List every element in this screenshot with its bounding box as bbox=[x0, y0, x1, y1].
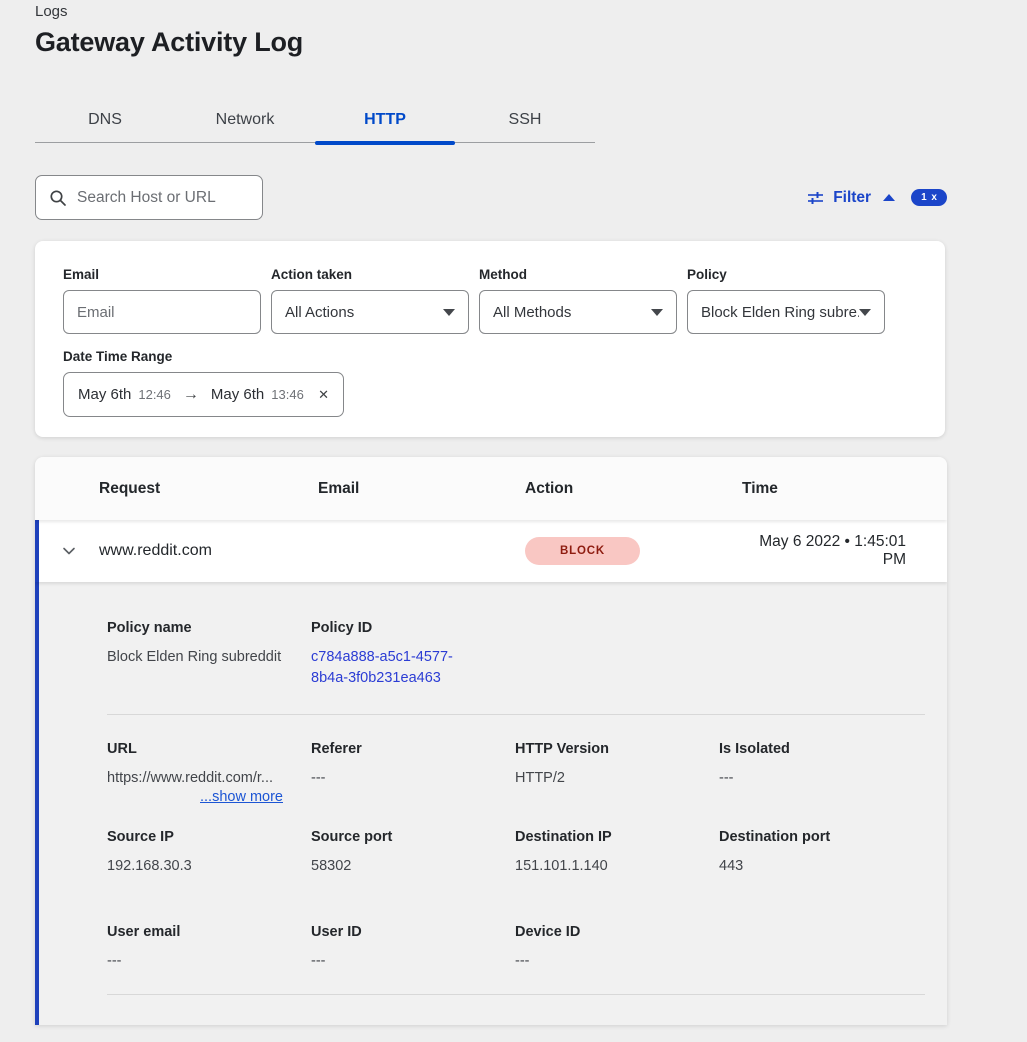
tab-http[interactable]: HTTP bbox=[315, 97, 455, 142]
chevron-down-icon[interactable] bbox=[60, 542, 78, 560]
detail-referer: Referer --- bbox=[311, 741, 515, 805]
method-label: Method bbox=[479, 267, 677, 282]
table-header-row: Request Email Action Time bbox=[35, 457, 947, 520]
expanded-log-details: Policy name Block Elden Ring subreddit P… bbox=[35, 582, 947, 1025]
tab-bar: DNS Network HTTP SSH bbox=[35, 97, 595, 143]
email-filter-label: Email bbox=[63, 267, 261, 282]
page-title: Gateway Activity Log bbox=[35, 27, 1027, 58]
gateway-activity-log-page: Logs Gateway Activity Log DNS Network HT… bbox=[0, 0, 1027, 1025]
end-date: May 6th bbox=[211, 386, 264, 403]
method-select[interactable]: All Methods bbox=[479, 290, 677, 334]
policy-label: Policy bbox=[687, 267, 885, 282]
divider bbox=[107, 994, 925, 995]
filter-sliders-icon bbox=[807, 190, 824, 206]
filter-label: Filter bbox=[833, 189, 871, 207]
date-time-range-label: Date Time Range bbox=[63, 349, 945, 364]
chevron-down-icon bbox=[859, 309, 871, 316]
detail-url: URL https://www.reddit.com/r... ...show … bbox=[107, 741, 311, 805]
toolbar: Filter 1 x bbox=[35, 175, 947, 220]
filter-field-method: Method All Methods bbox=[479, 267, 677, 334]
log-table: Request Email Action Time www.reddit.com… bbox=[35, 457, 947, 1025]
column-header-time: Time bbox=[742, 480, 947, 498]
show-more-link[interactable]: ...show more bbox=[107, 789, 283, 805]
detail-http-version: HTTP Version HTTP/2 bbox=[515, 741, 719, 805]
filter-field-date-range: Date Time Range May 6th 12:46 → May 6th … bbox=[63, 349, 945, 417]
start-date: May 6th bbox=[78, 386, 131, 403]
detail-is-isolated: Is Isolated --- bbox=[719, 741, 923, 805]
table-row[interactable]: www.reddit.com BLOCK May 6 2022 • 1:45:0… bbox=[35, 520, 947, 582]
detail-source-port: Source port 58302 bbox=[311, 829, 515, 876]
detail-destination-port: Destination port 443 bbox=[719, 829, 923, 876]
column-header-action: Action bbox=[525, 480, 742, 498]
end-time: 13:46 bbox=[271, 387, 304, 402]
search-icon bbox=[49, 189, 67, 207]
filter-field-email: Email bbox=[63, 267, 261, 334]
detail-policy-id: Policy ID c784a888-a5c1-4577-8b4a-3f0b23… bbox=[311, 620, 515, 689]
detail-user-id: User ID --- bbox=[311, 924, 515, 971]
start-time: 12:46 bbox=[138, 387, 171, 402]
policy-select[interactable]: Block Elden Ring subre... bbox=[687, 290, 885, 334]
clear-date-range-icon[interactable]: ✕ bbox=[318, 387, 329, 403]
tab-dns[interactable]: DNS bbox=[35, 97, 175, 142]
chevron-down-icon bbox=[651, 309, 663, 316]
filter-count-clear-badge[interactable]: 1 x bbox=[911, 189, 947, 206]
time-cell: May 6 2022 • 1:45:01 PM bbox=[742, 533, 947, 569]
block-status-badge: BLOCK bbox=[525, 537, 640, 565]
chevron-down-icon bbox=[443, 309, 455, 316]
detail-policy-name: Policy name Block Elden Ring subreddit bbox=[107, 620, 311, 689]
detail-device-id: Device ID --- bbox=[515, 924, 719, 971]
filter-toggle[interactable]: Filter 1 x bbox=[807, 189, 947, 207]
breadcrumb: Logs bbox=[35, 3, 1027, 20]
detail-user-email: User email --- bbox=[107, 924, 311, 971]
request-cell: www.reddit.com bbox=[99, 542, 318, 560]
filter-panel: Email Action taken All Actions Method Al… bbox=[35, 241, 945, 437]
detail-destination-ip: Destination IP 151.101.1.140 bbox=[515, 829, 719, 876]
search-input[interactable] bbox=[77, 189, 252, 207]
column-header-request: Request bbox=[99, 480, 318, 498]
date-range-picker[interactable]: May 6th 12:46 → May 6th 13:46 ✕ bbox=[63, 372, 344, 417]
search-box[interactable] bbox=[35, 175, 263, 220]
tab-network[interactable]: Network bbox=[175, 97, 315, 142]
action-taken-select[interactable]: All Actions bbox=[271, 290, 469, 334]
action-cell: BLOCK bbox=[525, 537, 742, 565]
policy-id-link[interactable]: c784a888-a5c1-4577-8b4a-3f0b231ea463 bbox=[311, 647, 487, 689]
divider bbox=[107, 714, 925, 715]
filter-field-policy: Policy Block Elden Ring subre... bbox=[687, 267, 885, 334]
action-taken-label: Action taken bbox=[271, 267, 469, 282]
arrow-right-icon: → bbox=[183, 386, 199, 404]
column-header-email: Email bbox=[318, 480, 525, 498]
filter-field-action: Action taken All Actions bbox=[271, 267, 469, 334]
chevron-up-icon bbox=[883, 194, 895, 201]
tab-ssh[interactable]: SSH bbox=[455, 97, 595, 142]
detail-source-ip: Source IP 192.168.30.3 bbox=[107, 829, 311, 876]
email-filter-input[interactable] bbox=[63, 290, 261, 334]
